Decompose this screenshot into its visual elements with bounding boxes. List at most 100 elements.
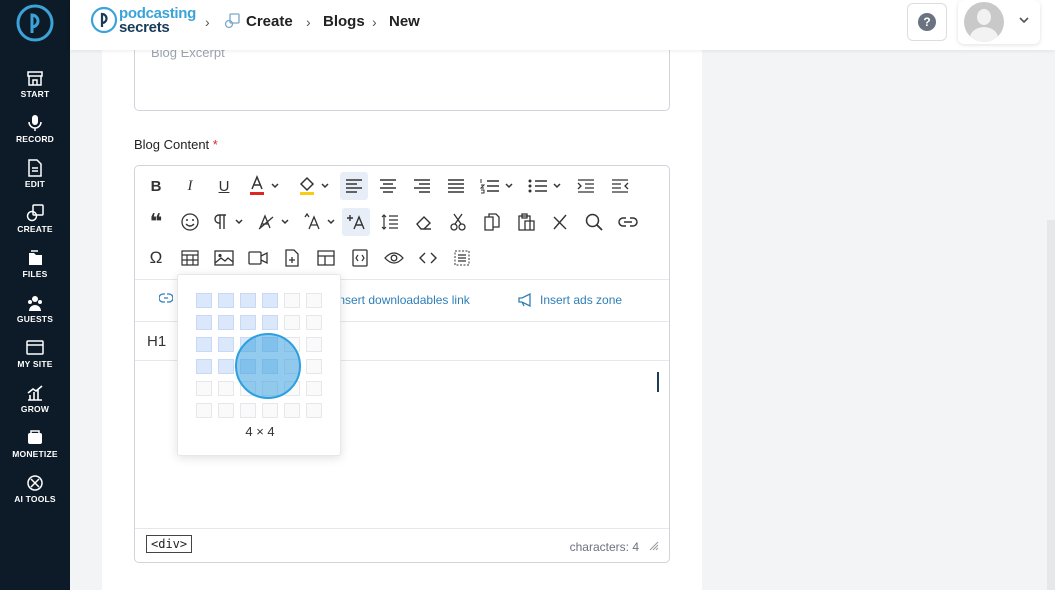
table-size-cell[interactable] <box>196 359 212 374</box>
italic-button[interactable]: I <box>176 172 204 200</box>
sidebar-item-grow[interactable]: GROW <box>0 378 70 423</box>
align-center-button[interactable] <box>374 172 402 200</box>
brand-logo[interactable]: podcasting secrets <box>90 4 200 36</box>
scrollbar[interactable] <box>1047 220 1055 590</box>
table-size-cell[interactable] <box>218 315 234 330</box>
align-left-icon <box>346 179 362 193</box>
table-size-cell[interactable] <box>240 315 256 330</box>
text-color-button[interactable] <box>244 172 286 200</box>
paste-icon <box>518 213 535 231</box>
sidebar-item-edit[interactable]: EDIT <box>0 153 70 198</box>
align-right-button[interactable] <box>408 172 436 200</box>
emoji-icon <box>181 213 199 231</box>
required-mark: * <box>212 137 218 152</box>
select-all-button[interactable] <box>448 244 476 272</box>
bullet-list-icon <box>528 179 561 193</box>
help-icon: ? <box>918 13 936 31</box>
insert-image-button[interactable] <box>210 244 238 272</box>
megaphone-icon <box>518 293 531 307</box>
ai-tools-icon <box>27 475 43 491</box>
table-size-cell[interactable] <box>196 293 212 308</box>
outdent-button[interactable] <box>606 172 634 200</box>
resize-handle-icon[interactable] <box>649 541 659 551</box>
insert-table-button[interactable] <box>176 244 204 272</box>
insert-link-item[interactable] <box>159 293 173 303</box>
blockquote-button[interactable]: ❝ <box>142 208 170 236</box>
table-size-cell[interactable] <box>196 381 212 396</box>
cut-button[interactable] <box>444 208 472 236</box>
special-char-button[interactable]: Ω <box>142 244 170 272</box>
sidebar-item-create[interactable]: CREATE <box>0 198 70 243</box>
paste-button[interactable] <box>512 208 540 236</box>
table-size-cell[interactable] <box>284 315 300 330</box>
paragraph-style-button[interactable] <box>256 208 296 236</box>
insert-downloadables-link[interactable]: Insert downloadables link <box>335 293 470 307</box>
table-size-cell[interactable] <box>240 403 256 418</box>
table-size-cell[interactable] <box>262 293 278 308</box>
brand-mark-icon <box>90 6 118 34</box>
sidebar-item-monetize[interactable]: MONETIZE <box>0 423 70 468</box>
preview-button[interactable] <box>380 244 408 272</box>
inline-class-button[interactable] <box>342 208 370 236</box>
find-replace-button[interactable] <box>580 208 608 236</box>
insert-code-block-button[interactable] <box>346 244 374 272</box>
insert-template-button[interactable] <box>312 244 340 272</box>
sidebar-item-label: MY SITE <box>17 359 53 369</box>
table-size-cell[interactable] <box>262 315 278 330</box>
table-size-cell[interactable] <box>218 403 234 418</box>
paragraph-format-button[interactable] <box>210 208 250 236</box>
source-code-button[interactable] <box>414 244 442 272</box>
sidebar-item-start[interactable]: START <box>0 63 70 108</box>
table-size-cell[interactable] <box>196 337 212 352</box>
sidebar-item-record[interactable]: RECORD <box>0 108 70 153</box>
breadcrumb-create[interactable]: Create <box>246 13 293 30</box>
line-height-button[interactable] <box>376 208 404 236</box>
sidebar-item-my-site[interactable]: MY SITE <box>0 333 70 378</box>
insert-video-button[interactable] <box>244 244 272 272</box>
highlight-color-button[interactable] <box>294 172 336 200</box>
table-size-cell[interactable] <box>262 403 278 418</box>
insert-ads-zone-link[interactable]: Insert ads zone <box>518 293 622 307</box>
breadcrumb-blogs[interactable]: Blogs <box>323 13 365 30</box>
table-size-cell[interactable] <box>196 315 212 330</box>
clear-format-button[interactable] <box>410 208 438 236</box>
indent-button[interactable] <box>572 172 600 200</box>
sidebar-item-files[interactable]: FILES <box>0 243 70 288</box>
bullet-list-button[interactable] <box>526 172 566 200</box>
table-size-cell[interactable] <box>218 359 234 374</box>
table-size-cell[interactable] <box>306 381 322 396</box>
bold-button[interactable]: B <box>142 172 170 200</box>
insert-link-button[interactable] <box>614 208 642 236</box>
sidebar-item-guests[interactable]: GUESTS <box>0 288 70 333</box>
numbered-list-button[interactable] <box>478 172 518 200</box>
table-size-cell[interactable] <box>306 315 322 330</box>
emoji-button[interactable] <box>176 208 204 236</box>
table-size-cell[interactable] <box>306 337 322 352</box>
table-size-cell[interactable] <box>306 403 322 418</box>
align-justify-button[interactable] <box>442 172 470 200</box>
underline-button[interactable]: U <box>210 172 238 200</box>
copy-icon <box>484 213 500 231</box>
table-size-cell[interactable] <box>284 403 300 418</box>
table-size-cell[interactable] <box>240 293 256 308</box>
user-menu-button[interactable] <box>958 0 1040 44</box>
insert-file-button[interactable] <box>278 244 306 272</box>
table-size-cell[interactable] <box>218 337 234 352</box>
table-size-cell[interactable] <box>218 293 234 308</box>
text-color-icon <box>250 175 279 195</box>
app-logo-icon[interactable] <box>15 3 55 43</box>
copy-button[interactable] <box>478 208 506 236</box>
table-size-cell[interactable] <box>284 293 300 308</box>
font-size-button[interactable] <box>302 208 342 236</box>
sidebar-item-ai-tools[interactable]: AI TOOLS <box>0 468 70 513</box>
table-size-cell[interactable] <box>196 403 212 418</box>
table-size-cell[interactable] <box>306 359 322 374</box>
indent-icon <box>577 179 594 193</box>
element-path-tag[interactable]: <div> <box>146 535 193 553</box>
remove-format-button[interactable] <box>546 208 574 236</box>
table-size-cell[interactable] <box>218 381 234 396</box>
table-size-cell[interactable] <box>306 293 322 308</box>
monetize-icon <box>28 430 42 444</box>
align-left-button[interactable] <box>340 172 368 200</box>
help-button[interactable]: ? <box>907 3 947 41</box>
